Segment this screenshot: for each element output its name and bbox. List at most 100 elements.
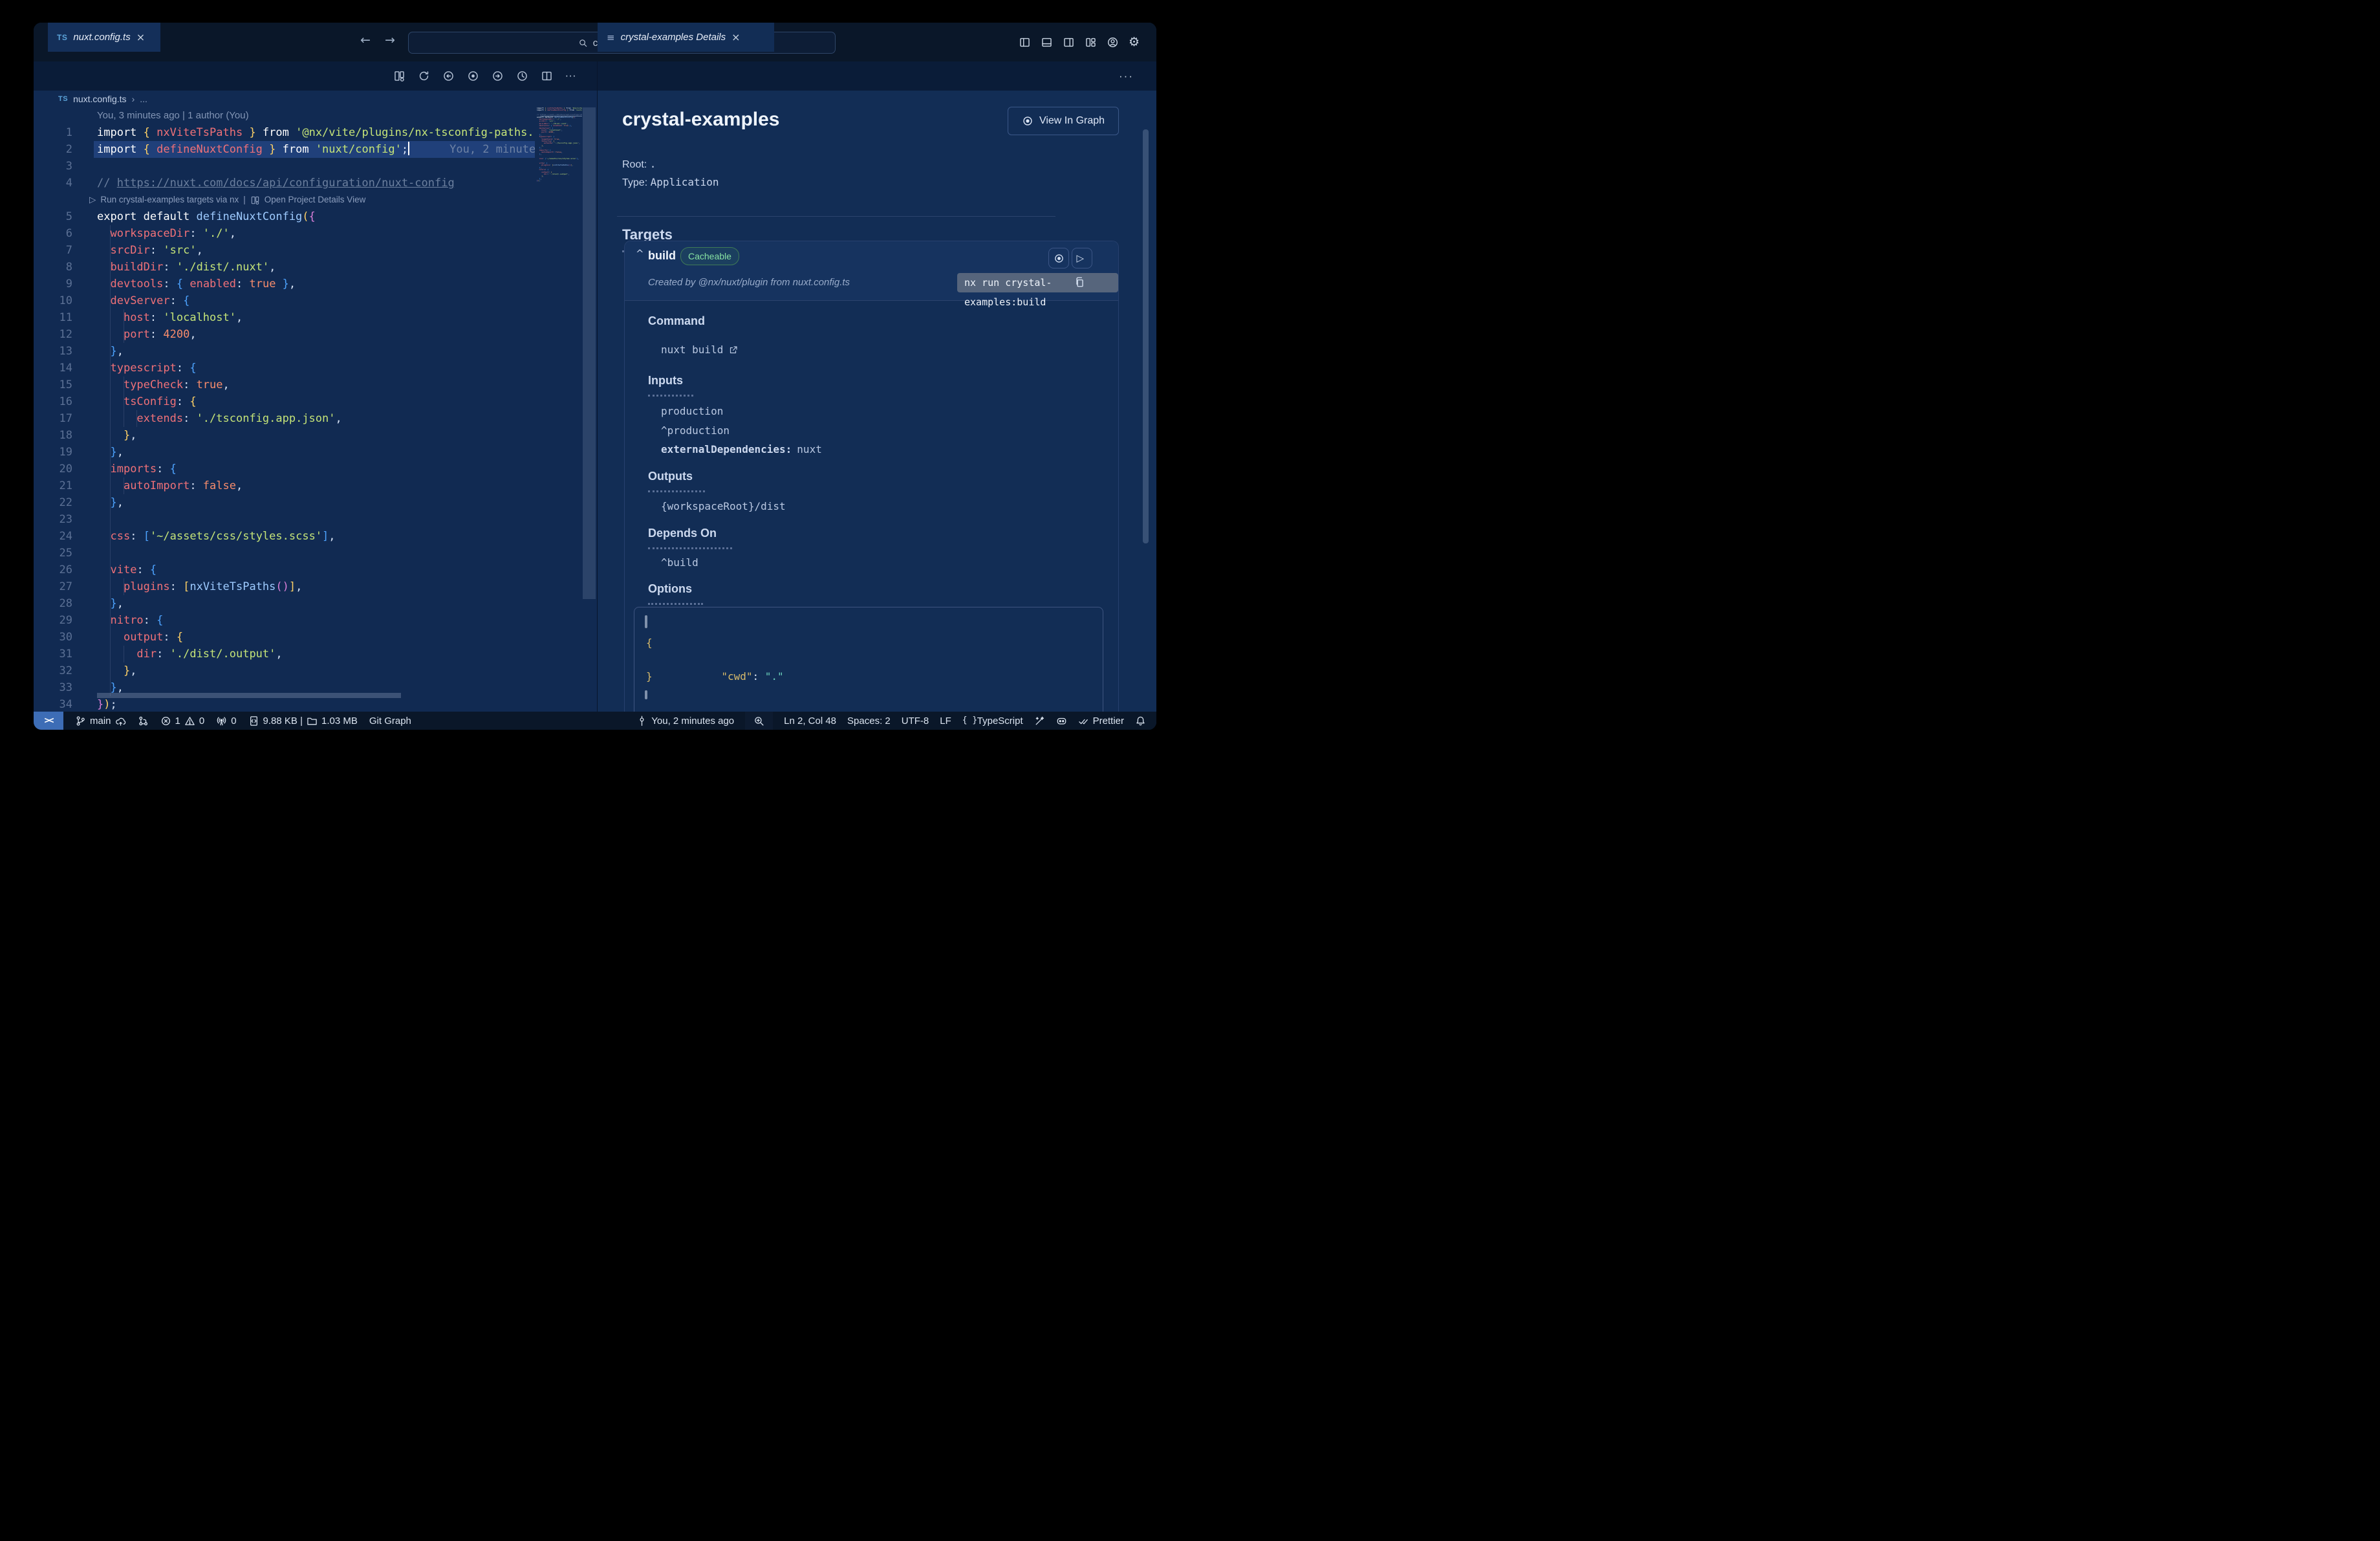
run-icon[interactable]: ▷ bbox=[89, 191, 96, 208]
breadcrumb-more[interactable]: ... bbox=[140, 94, 147, 104]
code-line[interactable]: 8 buildDir: './dist/.nuxt', bbox=[34, 259, 535, 276]
code-line[interactable]: 28 }, bbox=[34, 595, 535, 612]
code-line[interactable]: 12 port: 4200, bbox=[34, 326, 535, 343]
editor-horizontal-scrollbar[interactable] bbox=[97, 693, 401, 698]
status-bar: >< main 1 0 0 9.88 KB | 1.03 MB Git Graph You, … bbox=[34, 712, 1156, 730]
code-line[interactable]: 2 import { defineNuxtConfig } from 'nuxt/… bbox=[34, 141, 535, 158]
code-line[interactable]: 19 }, bbox=[34, 444, 535, 461]
code-line[interactable]: 13 }, bbox=[34, 343, 535, 360]
code-line[interactable]: 6 workspaceDir: './', bbox=[34, 225, 535, 242]
code-line[interactable]: 10 devServer: { bbox=[34, 292, 535, 309]
code-line[interactable]: 21 autoImport: false, bbox=[34, 477, 535, 494]
git-graph[interactable]: Git Graph bbox=[369, 716, 411, 727]
split-editor-icon[interactable] bbox=[541, 70, 553, 82]
encoding[interactable]: UTF-8 bbox=[902, 716, 929, 727]
eol[interactable]: LF bbox=[940, 716, 951, 727]
zoom-indicator[interactable] bbox=[745, 712, 774, 730]
next-change-icon[interactable] bbox=[492, 70, 504, 82]
minimap[interactable]: import { nxViteTsPaths } from '@nx/vite/… bbox=[535, 107, 582, 198]
code-line[interactable]: 22 }, bbox=[34, 494, 535, 511]
code-line[interactable]: 31 dir: './dist/.output', bbox=[34, 646, 535, 662]
extension-wand[interactable] bbox=[1034, 716, 1045, 727]
more-actions-icon[interactable]: ··· bbox=[565, 71, 576, 82]
line-number: 12 bbox=[59, 328, 72, 341]
code-line[interactable]: 29 nitro: { bbox=[34, 612, 535, 629]
toggle-primary-sidebar-icon[interactable] bbox=[1019, 36, 1031, 49]
panel-scrollbar[interactable] bbox=[1143, 129, 1149, 543]
code-line[interactable]: 25 bbox=[34, 545, 535, 562]
settings-gear-icon[interactable]: ⚙ bbox=[1129, 35, 1140, 49]
notifications[interactable] bbox=[1135, 716, 1146, 727]
language-mode[interactable]: { } TypeScript bbox=[962, 716, 1023, 727]
ports-indicator[interactable]: 0 bbox=[216, 716, 237, 727]
code-line[interactable]: 32 }, bbox=[34, 662, 535, 679]
code-editor[interactable]: You, 3 minutes ago | 1 author (You) ▷ Run … bbox=[34, 107, 598, 712]
code-line[interactable]: 1 import { nxViteTsPaths } from '@nx/vite… bbox=[34, 124, 535, 141]
customize-layout-icon[interactable] bbox=[1085, 36, 1097, 49]
previous-change-icon[interactable] bbox=[442, 70, 455, 82]
code-line[interactable]: 5 export default defineNuxtConfig({ bbox=[34, 208, 535, 225]
code-line[interactable]: 9 devtools: { enabled: true }, bbox=[34, 276, 535, 292]
run-command-chip[interactable]: nx run crystal-examples:build bbox=[957, 273, 1118, 308]
code-line[interactable]: 23 bbox=[34, 511, 535, 528]
toggle-secondary-sidebar-icon[interactable] bbox=[1063, 36, 1075, 49]
code-line[interactable]: 3 bbox=[34, 158, 535, 175]
code-line[interactable]: 17 extends: './tsconfig.app.json', bbox=[34, 410, 535, 427]
copilot-icon bbox=[1056, 716, 1067, 727]
breadcrumb[interactable]: TS nuxt.config.ts › ... bbox=[58, 91, 147, 107]
bell-icon bbox=[1135, 716, 1146, 727]
toggle-panel-icon[interactable] bbox=[1041, 36, 1053, 49]
current-change-icon[interactable] bbox=[467, 70, 479, 82]
code-line[interactable]: 18 }, bbox=[34, 427, 535, 444]
timeline-icon[interactable] bbox=[516, 70, 528, 82]
copilot[interactable] bbox=[1056, 716, 1067, 727]
tab-nuxt-config[interactable]: TS nuxt.config.ts × bbox=[48, 23, 160, 52]
copy-icon[interactable] bbox=[1074, 276, 1085, 288]
collapse-chevron-icon[interactable]: ^ bbox=[636, 248, 644, 259]
forward-arrow-icon[interactable]: → bbox=[385, 33, 395, 47]
command-value[interactable]: nuxt build bbox=[661, 344, 739, 356]
code-line[interactable]: 24 css: ['~/assets/css/styles.scss'], bbox=[34, 528, 535, 545]
file-size-indicator[interactable]: 9.88 KB | 1.03 MB bbox=[248, 716, 358, 727]
line-number: 10 bbox=[59, 294, 72, 307]
open-changes-icon[interactable] bbox=[393, 70, 406, 82]
code-line[interactable]: 14 typescript: { bbox=[34, 360, 535, 377]
code-line[interactable]: 7 srcDir: 'src', bbox=[34, 242, 535, 259]
account-icon[interactable] bbox=[1107, 36, 1119, 49]
view-in-graph-button[interactable]: View In Graph bbox=[1008, 107, 1119, 135]
build-target-header[interactable]: ^ build Cacheable ▷ Created by @nx/nuxt/… bbox=[625, 241, 1118, 308]
editor-vertical-scrollbar[interactable] bbox=[583, 107, 596, 599]
back-arrow-icon[interactable]: ← bbox=[360, 33, 371, 47]
branch-indicator[interactable]: main bbox=[75, 716, 126, 727]
code-line[interactable]: 20 imports: { bbox=[34, 461, 535, 477]
external-link-icon[interactable] bbox=[728, 345, 739, 355]
code-line[interactable]: 15 typeCheck: true, bbox=[34, 377, 535, 393]
code-line[interactable]: 26 vite: { bbox=[34, 562, 535, 578]
prettier[interactable]: Prettier bbox=[1078, 716, 1124, 727]
problems-indicator[interactable]: 10 bbox=[160, 716, 204, 727]
indentation[interactable]: Spaces: 2 bbox=[847, 716, 891, 727]
code-line[interactable]: 30 output: { bbox=[34, 629, 535, 646]
breadcrumb-file[interactable]: nuxt.config.ts bbox=[73, 94, 127, 104]
cursor-position[interactable]: Ln 2, Col 48 bbox=[784, 716, 836, 727]
run-target-button[interactable]: ▷ bbox=[1072, 248, 1092, 268]
code-line[interactable]: 4// https://nuxt.com/docs/api/configurat… bbox=[34, 175, 535, 191]
options-key: "cwd" bbox=[721, 670, 753, 683]
codelens-row[interactable]: ▷ Run crystal-examples targets via nx | Ope… bbox=[89, 191, 365, 208]
panel-more-actions-icon[interactable]: ··· bbox=[1119, 61, 1134, 91]
code-line[interactable]: 27 plugins: [nxViteTsPaths()], bbox=[34, 578, 535, 595]
errCircle-icon bbox=[160, 716, 171, 727]
source-control-graph[interactable] bbox=[138, 716, 149, 727]
remote-indicator[interactable]: >< bbox=[34, 712, 63, 730]
code-line[interactable]: 11 host: 'localhost', bbox=[34, 309, 535, 326]
code-line[interactable]: 16 tsConfig: { bbox=[34, 393, 535, 410]
open-project-details-icon[interactable] bbox=[250, 195, 260, 205]
blame-indicator[interactable]: You, 2 minutes ago bbox=[636, 716, 734, 727]
options-json-editor[interactable]: { "cwd": "." } bbox=[634, 607, 1103, 712]
tab-crystal-examples-details[interactable]: ≡ crystal-examples Details × bbox=[598, 23, 774, 52]
close-tab-icon[interactable]: × bbox=[731, 31, 740, 43]
refresh-icon[interactable] bbox=[418, 70, 430, 82]
view-target-button[interactable] bbox=[1048, 248, 1069, 268]
close-tab-icon[interactable]: × bbox=[136, 31, 145, 43]
code-line[interactable]: 34}); bbox=[34, 696, 535, 712]
